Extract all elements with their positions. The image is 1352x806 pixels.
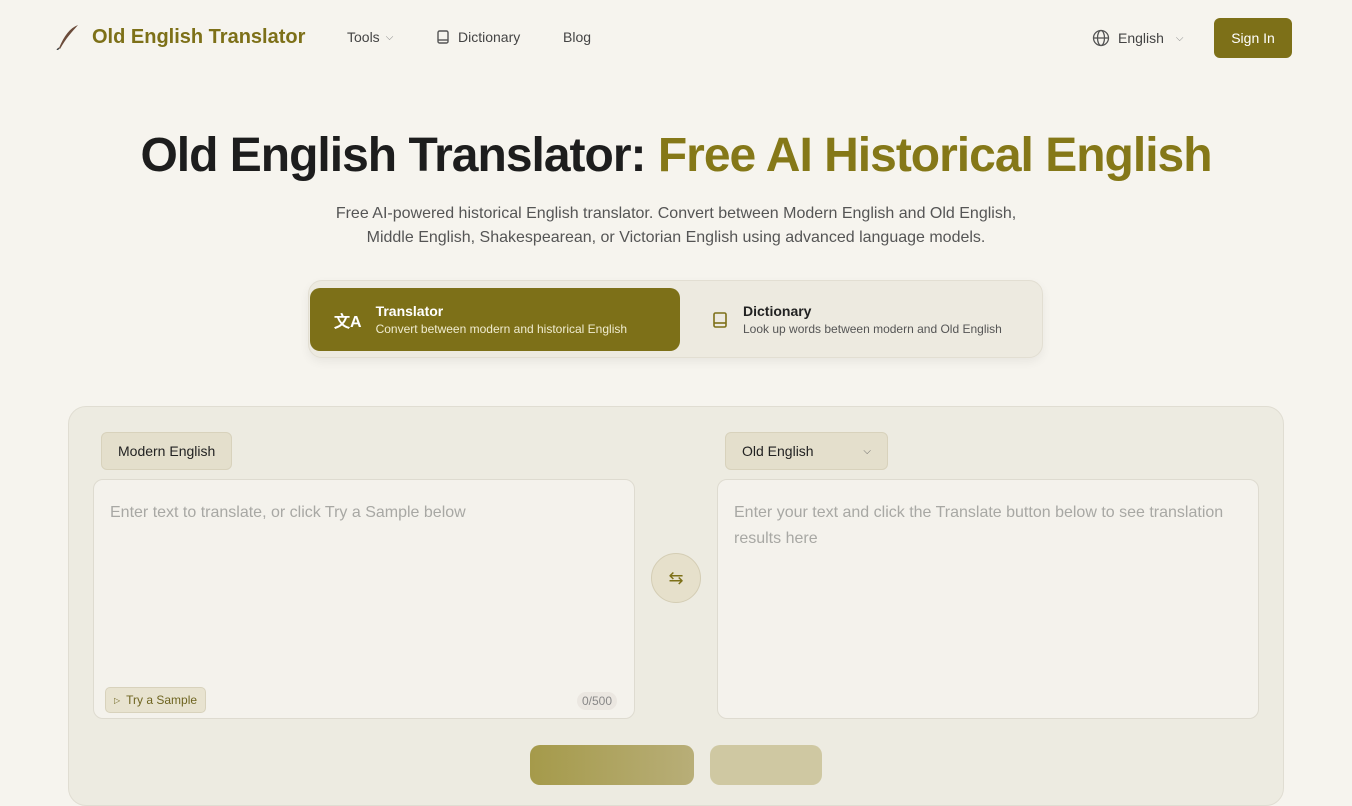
source-language[interactable]: Modern English [101,432,233,470]
translation-output: Enter your text and click the Translate … [717,479,1259,719]
source-text-input[interactable]: Enter text to translate, or click Try a … [93,479,635,719]
subtitle-line: Middle English, Shakespearean, or Victor… [366,229,986,246]
clear-button[interactable] [710,745,822,785]
try-sample-button[interactable]: ▷ Try a Sample [105,687,207,713]
target-language-select[interactable]: Old English ⌵ [725,432,888,470]
tab-desc: Look up words between modern and Old Eng… [743,322,1002,336]
char-count: 0/500 [577,692,618,710]
translate-button[interactable] [530,745,694,785]
title-accent: Free AI Historical English [657,129,1213,182]
nav-dictionary[interactable]: Dictionary [436,29,520,45]
globe-icon [1092,29,1110,47]
nav-dictionary-label: Dictionary [458,29,521,45]
chevron-down-icon: ⌵ [1175,32,1184,44]
nav-tools[interactable]: Tools ⌵ [347,29,393,45]
chevron-down-icon: ⌵ [385,31,394,43]
quill-icon [56,25,78,50]
tab-desc: Convert between modern and historical En… [375,322,628,336]
page-title: Old English Translator: Free AI Historic… [0,128,1352,183]
brand-logo[interactable]: Old English Translator [56,24,305,50]
translate-icon: 文A [334,313,362,331]
page-subtitle: Free AI-powered historical English trans… [0,202,1352,250]
language-selector[interactable]: English ⌵ [1092,29,1184,47]
swap-languages-button[interactable]: ⇆ [651,553,701,603]
book-icon [713,311,727,328]
mode-switcher: 文A Translator Convert between modern and … [308,280,1043,358]
play-icon: ▷ [114,695,121,705]
tab-title: Dictionary [743,303,812,319]
title-main: Old English Translator: [140,129,658,182]
book-icon [437,30,449,44]
nav-blog[interactable]: Blog [563,29,591,45]
tab-translator[interactable]: 文A Translator Convert between modern and … [310,288,680,351]
swap-icon: ⇆ [668,567,684,588]
try-sample-label: Try a Sample [126,693,198,707]
chevron-down-icon: ⌵ [863,445,871,457]
tab-title: Translator [375,303,444,319]
target-language-label: Old English [742,443,814,459]
nav-tools-label: Tools [347,29,380,45]
subtitle-line: Free AI-powered historical English trans… [335,205,1017,222]
language-label: English [1118,30,1164,46]
brand-name: Old English Translator [92,25,306,48]
sign-in-button[interactable]: Sign In [1214,18,1292,58]
tab-dictionary[interactable]: Dictionary Look up words between modern a… [687,288,1037,351]
